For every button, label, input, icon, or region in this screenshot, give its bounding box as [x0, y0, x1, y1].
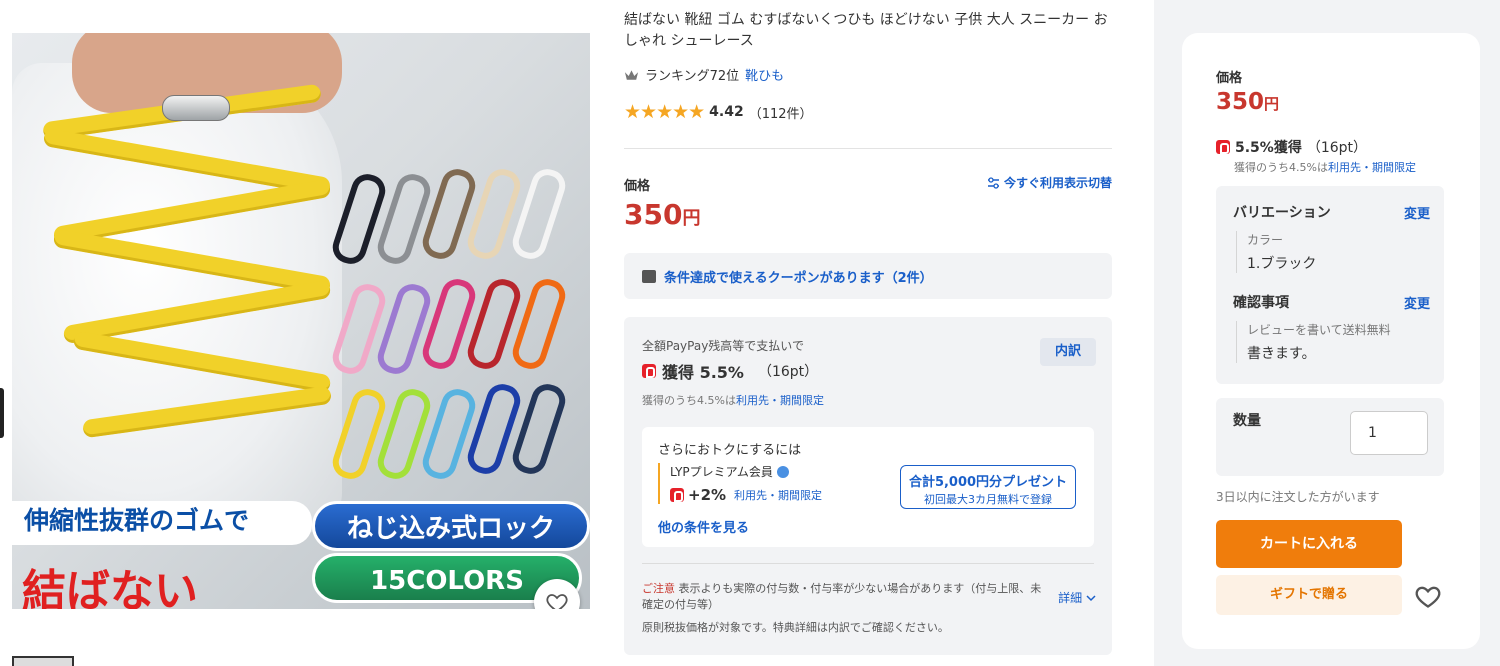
more-deals-title: さらにおトクにするには — [658, 443, 802, 458]
card-price-label: 価格 — [1216, 71, 1243, 86]
ranking-category-link[interactable]: 靴ひも — [745, 65, 784, 84]
price-number: 350 — [624, 198, 683, 231]
coupon-banner[interactable]: 条件達成で使えるクーポンがあります（2件） — [624, 253, 1112, 299]
purchase-card: 価格 350円 5.5%獲得 （16pt） 獲得のうち4.5%は利用先・期間限定… — [1182, 33, 1480, 649]
quantity-input[interactable] — [1350, 411, 1428, 455]
paypay-earn-note: 獲得のうち4.5%は利用先・期間限定 — [642, 392, 824, 408]
review-count: （112件） — [748, 106, 813, 122]
lace-lock-illustration — [162, 95, 230, 121]
confirm-label: レビューを書いて送料無料 — [1247, 323, 1391, 337]
image-banner-title: 結ばない — [22, 566, 198, 609]
other-conditions-link[interactable]: 他の条件を見る — [658, 517, 749, 536]
quantity-box: 数量 — [1216, 398, 1444, 476]
order-note: 3日以内に注文した方がいます — [1216, 490, 1380, 504]
paypay-box: 全額PayPay残高等で支払いで 内訳 獲得 5.5% （16pt） 獲得のうち… — [624, 317, 1112, 655]
card-price-unit: 円 — [1264, 95, 1280, 113]
price-value: 350円 — [624, 198, 700, 231]
earn-note-prefix: 獲得のうち4.5%は — [642, 394, 736, 407]
toggle-display-label: 今すぐ利用表示切替 — [1003, 176, 1112, 190]
variation-heading: バリエーション — [1233, 205, 1331, 221]
present-line1: 合計5,000円分プレゼント — [908, 475, 1068, 490]
lyp-register-button[interactable]: 合計5,000円分プレゼント 初回最大3カ月無料で登録 — [900, 465, 1076, 509]
paypay-earn-row: 獲得 5.5% （16pt） — [642, 359, 818, 383]
lyp-plus-rate: +2% — [688, 486, 727, 504]
detail-label: 詳細 — [1058, 591, 1083, 605]
quantity-label: 数量 — [1233, 413, 1261, 429]
card-price-number: 350 — [1216, 89, 1265, 115]
paypay-earn-points: （16pt） — [757, 364, 819, 380]
caution-detail-button[interactable]: 詳細 — [1058, 589, 1096, 606]
heart-icon[interactable] — [1414, 583, 1442, 609]
settings-toggle-icon — [987, 176, 999, 189]
product-main-image[interactable]: 伸縮性抜群のゴムで 結ばない ねじ込み式ロック 15COLORS — [12, 33, 590, 609]
breakdown-button[interactable]: 内訳 — [1040, 338, 1096, 366]
crown-icon — [624, 69, 639, 80]
paypay-icon — [670, 488, 684, 502]
paypay-icon — [642, 364, 656, 378]
confirm-block: レビューを書いて送料無料 書きます。 — [1236, 321, 1391, 363]
variation-color-block: カラー 1.ブラック — [1236, 231, 1316, 273]
color-value: 1.ブラック — [1247, 256, 1317, 272]
card-earn-note-prefix: 獲得のうち4.5%は — [1234, 161, 1328, 174]
star-icon: ★★★★★ — [624, 101, 705, 123]
gift-button[interactable]: ギフトで贈る — [1216, 575, 1402, 615]
caution-body: 表示よりも実際の付与数・付与率が少ない場合があります（付与上限、未確定の付与等） — [642, 582, 1042, 611]
image-pill-lock: ねじ込み式ロック — [312, 501, 590, 551]
divider — [624, 148, 1112, 149]
rating-score: 4.42 — [709, 104, 744, 120]
heart-icon — [546, 594, 568, 609]
chevron-down-icon — [1086, 595, 1096, 602]
confirm-value: 書きます。 — [1247, 346, 1316, 362]
coupon-icon — [642, 269, 656, 283]
present-line2: 初回最大3カ月無料で登録 — [924, 493, 1052, 506]
earn-note-link[interactable]: 利用先・期間限定 — [736, 394, 824, 407]
product-title: 結ばない 靴紐 ゴム むすばないくつひも ほどけない 子供 大人 スニーカー お… — [624, 12, 1108, 49]
paypay-earn-label: 獲得 5.5% — [662, 363, 744, 382]
lyp-name-row: LYPプレミアム会員 — [670, 463, 822, 480]
paypay-icon — [1216, 140, 1230, 154]
caution-text: ご注意 表示よりも実際の付与数・付与率が少ない場合があります（付与上限、未確定の… — [642, 581, 1042, 613]
more-deals-box: さらにおトクにするには LYPプレミアム会員 +2% 利用先・期間限定 合計5,… — [642, 427, 1094, 547]
lyp-premium-block: LYPプレミアム会員 +2% 利用先・期間限定 — [658, 463, 822, 504]
card-earn-note-link[interactable]: 利用先・期間限定 — [1328, 161, 1416, 174]
card-earn-note: 獲得のうち4.5%は利用先・期間限定 — [1234, 159, 1416, 175]
confirm-heading: 確認事項 — [1233, 295, 1289, 311]
lyp-plus-note-link[interactable]: 利用先・期間限定 — [734, 487, 822, 503]
lyp-plus-row: +2% 利用先・期間限定 — [670, 486, 822, 504]
color-label: カラー — [1247, 233, 1284, 247]
thumbnail-item[interactable] — [12, 656, 74, 666]
variation-box: バリエーション 変更 カラー 1.ブラック 確認事項 変更 レビューを書いて送料… — [1216, 186, 1444, 384]
image-banner-subtitle: 伸縮性抜群のゴムで — [12, 501, 312, 545]
add-to-cart-button[interactable]: カートに入れる — [1216, 520, 1402, 568]
lyp-name: LYPプレミアム会員 — [670, 465, 773, 479]
product-page: 伸縮性抜群のゴムで 結ばない ねじ込み式ロック 15COLORS 結ばない 靴紐… — [0, 0, 1500, 666]
coupon-text: 条件達成で使えるクーポンがあります（2件） — [664, 270, 933, 286]
ranking-row: ランキング72位 靴ひも — [624, 65, 784, 84]
card-earn-row: 5.5%獲得 （16pt） — [1216, 137, 1367, 157]
tax-note: 原則税抜価格が対象です。特典詳細は内訳でご確認ください。 — [642, 621, 949, 634]
rating-row[interactable]: ★★★★★ 4.42 （112件） — [624, 101, 813, 123]
divider — [642, 563, 1094, 564]
variation-change-button[interactable]: 変更 — [1404, 203, 1430, 222]
card-price-value: 350円 — [1216, 89, 1279, 115]
caution-label: ご注意 — [642, 582, 675, 595]
price-label: 価格 — [624, 179, 651, 194]
card-earn-points: （16pt） — [1306, 140, 1368, 156]
confirm-change-button[interactable]: 変更 — [1404, 293, 1430, 312]
price-unit: 円 — [682, 208, 701, 229]
toggle-display-button[interactable]: 今すぐ利用表示切替 — [987, 174, 1112, 191]
lyp-badge-icon — [776, 465, 789, 478]
paypay-lead: 全額PayPay残高等で支払いで — [642, 339, 804, 353]
card-earn-rate: 5.5%獲得 — [1235, 140, 1302, 156]
ranking-text: ランキング72位 — [645, 69, 740, 84]
scroll-handle[interactable] — [0, 388, 4, 438]
